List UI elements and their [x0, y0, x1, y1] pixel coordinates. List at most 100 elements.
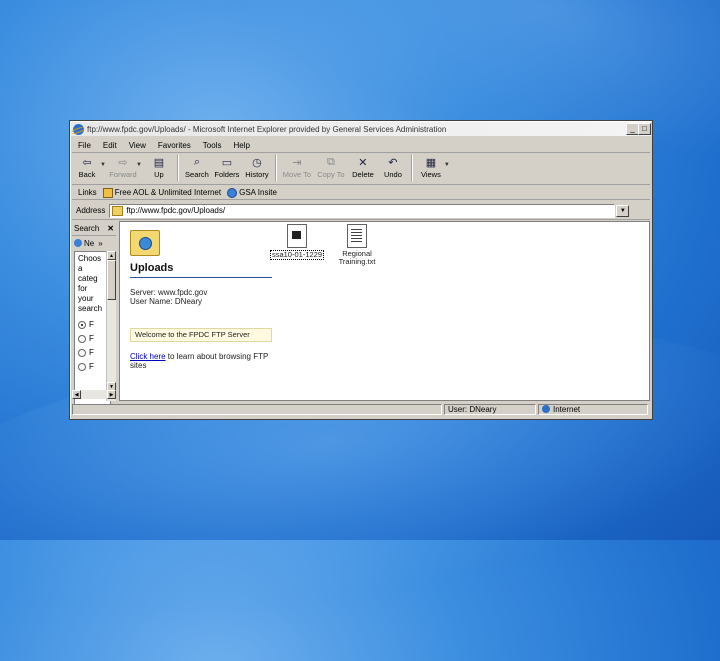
radio-button[interactable] — [78, 363, 86, 371]
delete-icon: ✕ — [358, 156, 368, 169]
click-here-link[interactable]: Click here — [130, 352, 166, 361]
globe-icon — [227, 187, 238, 198]
toolbar-separator — [410, 155, 413, 181]
back-dropdown-icon[interactable]: ▼ — [100, 162, 106, 168]
file-name: Regional Training.txt — [338, 249, 376, 266]
search-text-line: your — [78, 294, 94, 303]
forward-label: Forward — [109, 170, 137, 179]
link-free-aol-label: Free AOL & Unlimited Internet — [114, 188, 222, 197]
server-info: Server: www.fpdc.gov User Name: DNeary — [130, 288, 207, 306]
scroll-track[interactable] — [81, 389, 107, 399]
address-label: Address — [76, 206, 106, 215]
search-text-line: Choos — [78, 254, 102, 263]
search-horizontal-scrollbar[interactable]: ◀ ▶ — [72, 389, 116, 399]
ftp-folder-icon — [130, 230, 160, 256]
search-icon: ⌕ — [193, 155, 200, 168]
menu-favorites[interactable]: Favorites — [152, 141, 197, 150]
search-text-line: categ — [78, 274, 98, 283]
history-button[interactable]: ◷ History — [242, 156, 272, 180]
back-label: Back — [78, 170, 96, 179]
search-new-row: Ne » — [72, 236, 116, 250]
address-input[interactable]: ftp://www.fpdc.gov/Uploads/ — [109, 203, 616, 218]
standard-toolbar: ⇦ Back ▼ ⇨ Forward ▼ ▤ Up ⌕ Search ▭ Fol… — [72, 154, 650, 185]
move-to-label: Move To — [282, 170, 312, 179]
up-folder-icon: ▤ — [153, 156, 165, 169]
search-pane-header: Search ✕ — [72, 221, 116, 236]
radio-button[interactable] — [78, 335, 86, 343]
search-label: Search — [185, 170, 209, 179]
folders-button[interactable]: ▭ Folders — [212, 156, 242, 180]
search-radio-option[interactable]: F — [78, 334, 108, 344]
delete-button[interactable]: ✕ Delete — [348, 156, 378, 180]
back-arrow-icon: ⇦ — [82, 156, 92, 169]
server-line: Server: www.fpdc.gov — [130, 288, 208, 297]
scroll-thumb[interactable] — [107, 260, 116, 300]
welcome-message: Welcome to the FPDC FTP Server — [130, 328, 272, 342]
views-label: Views — [420, 170, 441, 179]
forward-button[interactable]: ⇨ Forward — [108, 156, 138, 180]
move-to-button[interactable]: ⇥ Move To — [280, 156, 314, 180]
status-user: User: DNeary — [444, 403, 536, 415]
link-free-aol[interactable]: Free AOL & Unlimited Internet — [102, 187, 222, 198]
views-dropdown-icon[interactable]: ▼ — [444, 162, 450, 168]
up-button[interactable]: ▤ Up — [144, 156, 174, 180]
new-search-icon — [74, 239, 82, 247]
radio-button[interactable] — [78, 321, 86, 329]
file-item[interactable]: Regional Training.txt — [328, 224, 386, 266]
links-label: Links — [78, 188, 97, 197]
radio-label: F — [89, 362, 94, 371]
title-bar[interactable]: ftp://www.fpdc.gov/Uploads/ - Microsoft … — [71, 122, 651, 136]
folder-heading: Uploads — [130, 262, 174, 274]
scroll-up-icon[interactable]: ▲ — [107, 251, 116, 260]
copy-to-button[interactable]: ⧉ Copy To — [314, 156, 348, 180]
radio-label: F — [89, 334, 94, 343]
views-button[interactable]: ▦ Views — [416, 156, 446, 180]
text-file-icon — [347, 224, 367, 248]
undo-icon: ↶ — [388, 156, 398, 169]
links-bar: Links Free AOL & Unlimited Internet GSA … — [72, 186, 650, 200]
page-icon — [102, 187, 113, 198]
radio-button[interactable] — [78, 349, 86, 357]
up-label: Up — [154, 170, 164, 179]
copy-to-label: Copy To — [317, 170, 345, 179]
address-dropdown-button[interactable]: ▼ — [616, 204, 630, 217]
scroll-left-icon[interactable]: ◀ — [72, 389, 81, 399]
search-button[interactable]: ⌕ Search — [182, 155, 212, 180]
menu-tools[interactable]: Tools — [197, 141, 228, 150]
scroll-right-icon[interactable]: ▶ — [107, 389, 116, 399]
link-gsa-insite[interactable]: GSA Insite — [227, 187, 277, 198]
internet-zone-icon — [542, 405, 550, 414]
heading-underline — [130, 277, 272, 278]
folders-label: Folders — [214, 170, 240, 179]
history-icon: ◷ — [252, 156, 262, 169]
close-icon[interactable]: ✕ — [107, 224, 114, 233]
radio-label: F — [89, 348, 94, 357]
radio-label: F — [89, 320, 94, 329]
menu-edit[interactable]: Edit — [97, 141, 123, 150]
file-item[interactable]: ssa10-01-1229 — [268, 224, 326, 260]
search-radio-option[interactable]: F — [78, 348, 108, 358]
folders-icon: ▭ — [221, 156, 233, 169]
ftp-folder-icon — [112, 205, 124, 216]
address-bar: Address ftp://www.fpdc.gov/Uploads/ ▼ — [72, 202, 650, 220]
browser-window: ftp://www.fpdc.gov/Uploads/ - Microsoft … — [69, 120, 653, 420]
address-value: ftp://www.fpdc.gov/Uploads/ — [126, 206, 226, 215]
back-button[interactable]: ⇦ Back — [72, 156, 102, 180]
forward-dropdown-icon[interactable]: ▼ — [136, 162, 142, 168]
ie-logo-icon — [73, 123, 84, 135]
menu-help[interactable]: Help — [227, 141, 255, 150]
new-search-button[interactable]: Ne — [84, 239, 94, 248]
search-text-line: for — [78, 284, 88, 293]
search-radio-option[interactable]: F — [78, 320, 108, 330]
views-icon: ▦ — [425, 156, 437, 169]
search-vertical-scrollbar[interactable]: ▲ ▼ — [106, 251, 116, 401]
menu-file[interactable]: File — [72, 141, 97, 150]
folder-view: Uploads Server: www.fpdc.gov User Name: … — [119, 221, 650, 401]
search-radio-option[interactable]: F — [78, 362, 108, 372]
chevron-right-icon[interactable]: » — [98, 239, 102, 248]
undo-button[interactable]: ↶ Undo — [378, 156, 408, 180]
menu-view[interactable]: View — [123, 141, 152, 150]
browse-help-text: Click here to learn about browsing FTP s… — [130, 352, 280, 370]
search-pane: Search ✕ Ne » Choos a categ for your sea… — [72, 221, 116, 405]
maximize-button[interactable]: □ — [638, 123, 651, 135]
